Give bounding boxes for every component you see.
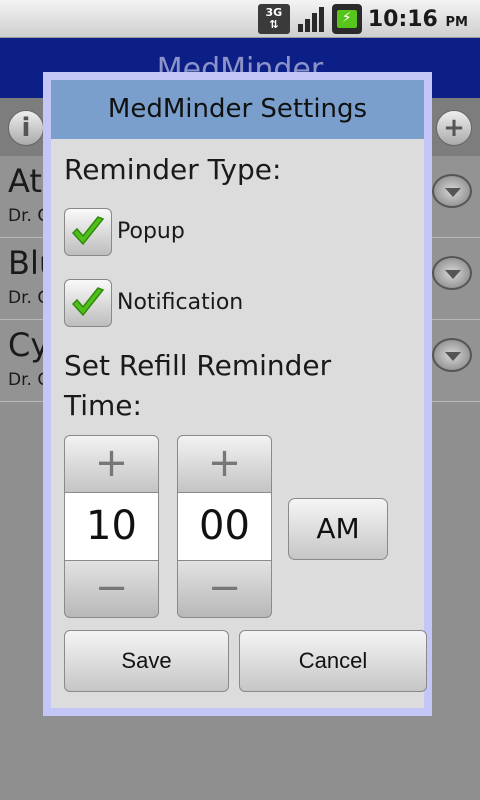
hour-spinner: + 10 − xyxy=(64,435,159,618)
expand-icon[interactable] xyxy=(432,338,472,372)
clock: 10:16 PM xyxy=(367,6,468,32)
hour-value[interactable]: 10 xyxy=(64,493,159,560)
am-pm-toggle-button[interactable]: AM xyxy=(288,498,388,560)
minute-increment-button[interactable]: + xyxy=(177,435,272,493)
hour-increment-button[interactable]: + xyxy=(64,435,159,493)
settings-dialog: MedMinder Settings Reminder Type: Popup … xyxy=(43,72,432,716)
popup-label[interactable]: Popup xyxy=(117,219,185,244)
hour-decrement-button[interactable]: − xyxy=(64,560,159,618)
save-button[interactable]: Save xyxy=(64,630,229,692)
popup-checkbox[interactable] xyxy=(64,208,112,256)
expand-icon[interactable] xyxy=(432,256,472,290)
signal-strength-icon xyxy=(296,4,326,34)
notification-checkbox[interactable] xyxy=(64,279,112,327)
checkmark-icon xyxy=(71,287,105,317)
dialog-title: MedMinder Settings xyxy=(51,80,424,139)
status-bar: 3G ⇅ ⚡ 10:16 PM xyxy=(0,0,480,38)
notification-label[interactable]: Notification xyxy=(117,290,243,315)
expand-icon[interactable] xyxy=(432,174,472,208)
info-icon[interactable]: i xyxy=(8,110,44,146)
battery-charging-icon: ⚡ xyxy=(331,4,362,34)
minute-decrement-button[interactable]: − xyxy=(177,560,272,618)
checkmark-icon xyxy=(71,216,105,246)
plus-icon[interactable]: + xyxy=(436,110,472,146)
minute-value[interactable]: 00 xyxy=(177,493,272,560)
reminder-type-label: Reminder Type: xyxy=(64,153,282,186)
refill-reminder-label: Set Refill Reminder Time: xyxy=(64,349,332,422)
network-3g-icon: 3G ⇅ xyxy=(257,4,290,34)
minute-spinner: + 00 − xyxy=(177,435,272,618)
cancel-button[interactable]: Cancel xyxy=(239,630,427,692)
